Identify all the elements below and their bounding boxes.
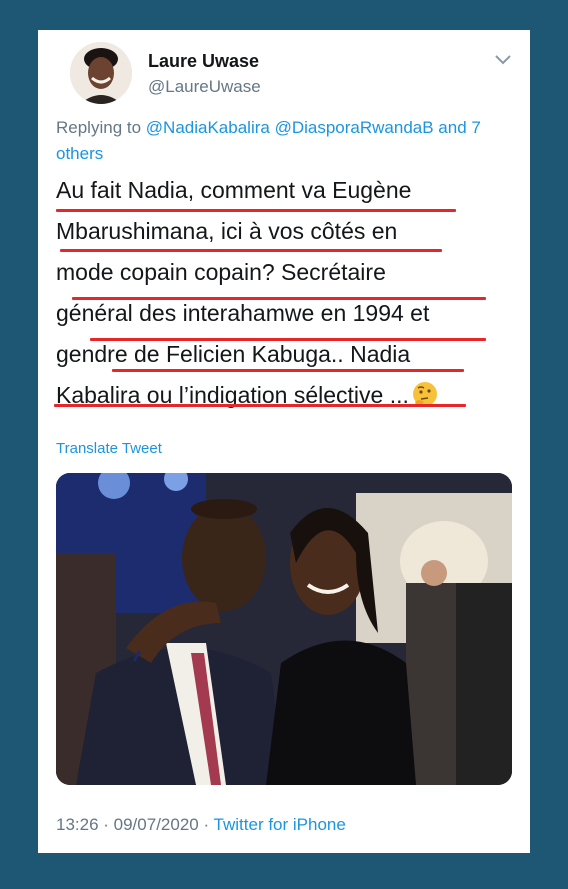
red-underline	[72, 297, 486, 300]
red-underline	[90, 338, 486, 341]
chevron-down-icon[interactable]	[494, 54, 512, 66]
tweet-timestamp[interactable]: 13:26 · 09/07/2020 ·	[56, 815, 209, 834]
tweet-line: Au fait Nadia, comment va Eugène	[56, 177, 412, 203]
replying-to: Replying to @NadiaKabalira @DiasporaRwan…	[56, 115, 516, 167]
replying-prefix: Replying to	[56, 118, 142, 137]
translate-tweet-link[interactable]: Translate Tweet	[56, 440, 162, 457]
red-underline	[60, 249, 442, 252]
tweet-source[interactable]: Twitter for iPhone	[214, 815, 346, 834]
red-underline	[56, 209, 456, 212]
tweet-photo[interactable]	[56, 473, 512, 785]
red-underline	[112, 369, 464, 372]
avatar[interactable]	[70, 42, 132, 104]
tweet-header: Laure Uwase @LaureUwase	[70, 42, 520, 112]
tweet-line-last: Kabalira ou l’indigation sélective ...	[56, 375, 518, 416]
display-name[interactable]: Laure Uwase	[148, 51, 259, 72]
tweet-footer: 13:26 · 09/07/2020 · Twitter for iPhone	[56, 815, 346, 835]
tweet-line: Mbarushimana, ici à vos côtés en	[56, 218, 398, 244]
red-underline	[54, 404, 466, 407]
tweet-text: Au fait Nadia, comment va Eugène Mbarush…	[56, 170, 518, 416]
user-handle[interactable]: @LaureUwase	[148, 77, 261, 97]
tweet-card: Laure Uwase @LaureUwase Replying to @Nad…	[38, 30, 530, 853]
tweet-line: mode copain copain? Secrétaire	[56, 259, 386, 285]
